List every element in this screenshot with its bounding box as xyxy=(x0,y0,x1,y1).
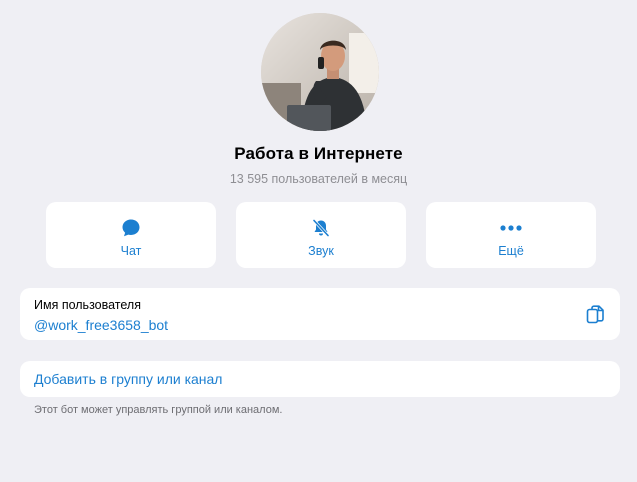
subscriber-count: 13 595 пользователей в месяц xyxy=(229,172,408,186)
profile-name: Работа в Интернете xyxy=(234,144,403,163)
sound-button-label: Звук xyxy=(308,244,334,258)
username-card: Имя пользователя @work_free3658_bot xyxy=(20,288,620,340)
add-to-group-note: Этот бот может управлять группой или кан… xyxy=(34,404,283,416)
more-button-label: Ещё xyxy=(498,244,524,258)
profile-avatar[interactable] xyxy=(261,13,379,131)
bell-muted-icon xyxy=(311,217,331,239)
action-buttons: Чат Звук Ещё xyxy=(46,202,596,268)
more-dots-icon xyxy=(500,217,522,239)
add-to-group-label: Добавить в группу или канал xyxy=(34,371,223,387)
username-value[interactable]: @work_free3658_bot xyxy=(34,317,168,333)
bot-profile-page: Работа в Интернете 13 595 пользователей … xyxy=(0,0,637,482)
copy-icon[interactable] xyxy=(584,304,606,326)
chat-button-label: Чат xyxy=(120,244,142,258)
sound-button[interactable]: Звук xyxy=(236,202,406,268)
add-to-group-button[interactable]: Добавить в группу или канал xyxy=(20,361,620,397)
chat-button[interactable]: Чат xyxy=(46,202,216,268)
chat-bubble-icon xyxy=(121,217,141,239)
more-button[interactable]: Ещё xyxy=(426,202,596,268)
username-label: Имя пользователя xyxy=(34,298,141,312)
